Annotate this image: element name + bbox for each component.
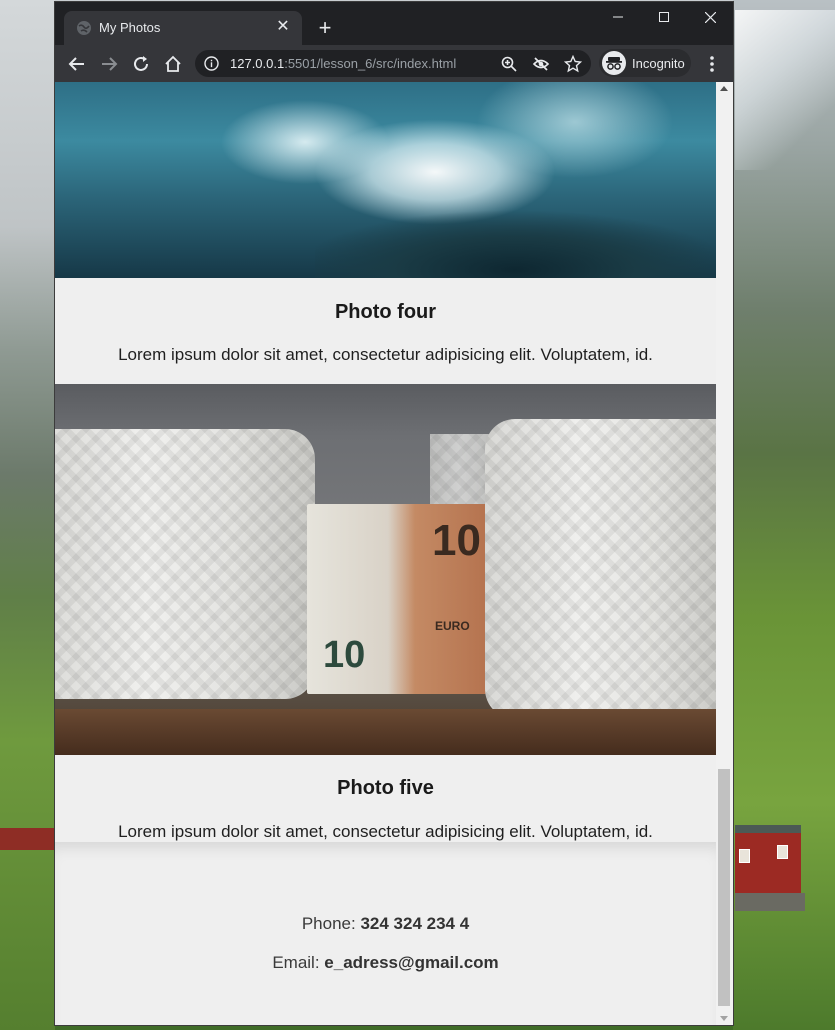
wallpaper-cabin — [735, 825, 801, 901]
scroll-thumb[interactable] — [718, 769, 730, 1006]
email-value: e_adress@gmail.com — [324, 953, 499, 972]
wallpaper-snowcap — [735, 10, 835, 170]
email-label: Email: — [272, 953, 320, 972]
banknote-label: EURO — [435, 619, 470, 633]
photo-description: Lorem ipsum dolor sit amet, consectetur … — [118, 822, 653, 841]
back-arrow-icon[interactable] — [64, 51, 90, 77]
info-icon[interactable] — [204, 56, 219, 71]
paper-roll — [485, 419, 716, 719]
table-surface — [55, 709, 716, 755]
cabin-window — [777, 845, 788, 859]
url-path: :5501/lesson_6/src/index.html — [284, 56, 457, 71]
incognito-icon — [602, 51, 626, 75]
phone-line: Phone: 324 324 234 4 — [55, 914, 716, 934]
banknote-digits: 10 — [323, 634, 366, 676]
eye-slash-icon[interactable] — [532, 55, 550, 73]
scroll-up-arrow[interactable] — [720, 86, 728, 91]
page-viewport: Photo four Lorem ipsum dolor sit amet, c… — [55, 82, 733, 1025]
photo-title: Photo four — [334, 301, 437, 323]
phone-label: Phone: — [301, 914, 356, 933]
tab-title: My Photos — [99, 20, 161, 35]
url-text: 127.0.0.1:5501/lesson_6/src/index.html — [230, 56, 456, 71]
browser-window: My Photos ✕ + 127.0.0.1:5501/lesson_6/sr… — [54, 1, 734, 1026]
incognito-badge[interactable]: Incognito — [599, 49, 691, 77]
incognito-label: Incognito — [632, 56, 685, 71]
tab-strip: My Photos ✕ + — [55, 2, 733, 45]
globe-favicon-icon — [77, 21, 91, 35]
paper-roll — [55, 429, 315, 699]
photo-title: Photo five — [337, 777, 434, 799]
plus-icon[interactable]: + — [313, 16, 337, 40]
maximize-icon[interactable] — [641, 2, 687, 32]
email-line: Email: e_adress@gmail.com — [55, 953, 716, 973]
vertical-scrollbar[interactable] — [716, 82, 733, 1025]
tab-my-photos[interactable]: My Photos ✕ — [64, 11, 302, 45]
address-bar[interactable]: 127.0.0.1:5501/lesson_6/src/index.html — [195, 50, 591, 77]
close-icon[interactable]: ✕ — [272, 16, 294, 38]
page-content: Photo four Lorem ipsum dolor sit amet, c… — [55, 82, 716, 1025]
home-icon[interactable] — [160, 51, 186, 77]
reload-icon[interactable] — [128, 51, 154, 77]
window-close-icon[interactable] — [687, 2, 733, 32]
zoom-icon[interactable] — [500, 55, 518, 73]
cabin-window — [739, 849, 750, 863]
star-icon[interactable] — [564, 55, 582, 73]
banknote-digits: 10 — [432, 516, 481, 565]
page-footer: Phone: 324 324 234 4 Email: e_adress@gma… — [55, 842, 716, 1025]
wallpaper-cabin-base — [735, 893, 805, 911]
forward-arrow-icon[interactable] — [96, 51, 122, 77]
kebab-menu-icon[interactable] — [701, 51, 723, 77]
browser-toolbar: 127.0.0.1:5501/lesson_6/src/index.html I… — [55, 45, 733, 82]
phone-value: 324 324 234 4 — [360, 914, 470, 933]
scroll-down-arrow[interactable] — [720, 1016, 728, 1021]
wallpaper-cabin-left — [0, 828, 54, 850]
banknote: 10 10 EURO — [307, 504, 487, 694]
photo-money-image: 10 10 EURO — [55, 384, 716, 755]
photo-description: Lorem ipsum dolor sit amet, consectetur … — [118, 345, 653, 364]
wallpaper-left — [0, 0, 55, 1030]
wave-rock — [315, 210, 716, 278]
minimize-icon[interactable] — [595, 2, 641, 32]
photo-wave-image — [55, 82, 716, 278]
url-host: 127.0.0.1 — [230, 56, 285, 71]
